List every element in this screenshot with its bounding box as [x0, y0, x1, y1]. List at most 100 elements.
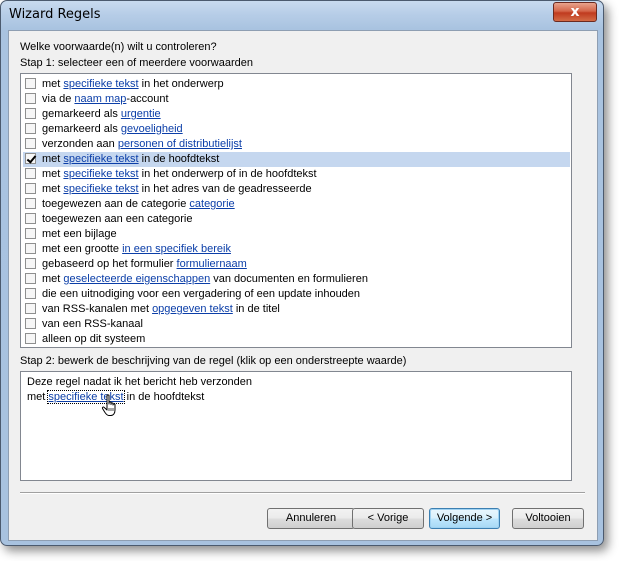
condition-row[interactable]: toegewezen aan een categorie	[25, 212, 569, 227]
condition-link[interactable]: specifieke tekst	[63, 153, 138, 165]
conditions-listbox[interactable]: met specifieke tekst in het onderwerp via…	[20, 73, 572, 348]
wizard-window: Wizard Regels x Welke voorwaarde(n) wilt…	[0, 0, 604, 546]
condition-row[interactable]: met een bijlage	[25, 227, 569, 242]
checkbox[interactable]	[25, 258, 36, 269]
condition-text-suffix: in de titel	[232, 303, 280, 315]
condition-text-prefix: met	[42, 153, 64, 165]
condition-row[interactable]: met geselecteerde eigenschappen van docu…	[25, 272, 569, 287]
title-bar[interactable]: Wizard Regels x	[1, 1, 603, 29]
checkbox[interactable]	[25, 168, 36, 179]
rule-description-box: Deze regel nadat ik het bericht heb verz…	[20, 371, 572, 481]
condition-link[interactable]: in een specifiek bereik	[122, 243, 231, 255]
checkbox[interactable]	[25, 213, 36, 224]
checkbox[interactable]	[25, 198, 36, 209]
condition-link[interactable]: naam map	[74, 93, 126, 105]
question-label: Welke voorwaarde(n) wilt u controleren?	[20, 41, 217, 53]
condition-text-prefix: met een grootte	[42, 243, 123, 255]
condition-row[interactable]: van een RSS-kanaal	[25, 317, 569, 332]
condition-text: met specifieke tekst in het adres van de…	[42, 183, 312, 195]
condition-row[interactable]: met specifieke tekst in het adres van de…	[25, 182, 569, 197]
condition-text: met geselecteerde eigenschappen van docu…	[42, 273, 368, 285]
condition-text-prefix: toegewezen aan de categorie	[42, 198, 190, 210]
condition-text: met een bijlage	[42, 228, 117, 240]
condition-link[interactable]: specifieke tekst	[63, 78, 138, 90]
checkbox[interactable]	[25, 93, 36, 104]
checkbox[interactable]	[25, 288, 36, 299]
condition-text: gemarkeerd als gevoeligheid	[42, 123, 183, 135]
button-separator	[20, 492, 585, 494]
condition-text: gemarkeerd als urgentie	[42, 108, 161, 120]
condition-link[interactable]: specifieke tekst	[63, 168, 138, 180]
checkbox-checked[interactable]	[25, 153, 36, 164]
condition-text-prefix: met een bijlage	[42, 228, 117, 240]
condition-link[interactable]: personen of distributielijst	[118, 138, 242, 150]
condition-text-suffix: in de hoofdtekst	[138, 153, 220, 165]
condition-text-prefix: alleen op dit systeem	[42, 333, 146, 345]
window-title: Wizard Regels	[9, 7, 101, 22]
condition-text: die een uitnodiging voor een vergadering…	[42, 288, 360, 300]
cancel-button[interactable]: Annuleren	[267, 508, 355, 529]
condition-text: van RSS-kanalen met opgegeven tekst in d…	[42, 303, 280, 315]
condition-row[interactable]: van RSS-kanalen met opgegeven tekst in d…	[25, 302, 569, 317]
condition-text: toegewezen aan de categorie categorie	[42, 198, 235, 210]
condition-row[interactable]: via de naam map-account	[25, 92, 569, 107]
back-button[interactable]: < Vorige	[352, 508, 424, 529]
step1-label: Stap 1: selecteer een of meerdere voorwa…	[20, 57, 253, 69]
checkbox[interactable]	[25, 78, 36, 89]
checkbox[interactable]	[25, 333, 36, 344]
checkbox[interactable]	[25, 273, 36, 284]
condition-row[interactable]: gemarkeerd als gevoeligheid	[25, 122, 569, 137]
condition-text-prefix: van RSS-kanalen met	[42, 303, 153, 315]
condition-text-prefix: gebaseerd op het formulier	[42, 258, 177, 270]
condition-text: met een grootte in een specifiek bereik	[42, 243, 231, 255]
checkbox[interactable]	[25, 228, 36, 239]
condition-text-prefix: gemarkeerd als	[42, 123, 121, 135]
condition-text-prefix: via de	[42, 93, 75, 105]
condition-link[interactable]: geselecteerde eigenschappen	[63, 273, 210, 285]
condition-text-suffix: in het adres van de geadresseerde	[138, 183, 312, 195]
condition-row[interactable]: gebaseerd op het formulier formuliernaam	[25, 257, 569, 272]
condition-row[interactable]: met een grootte in een specifiek bereik	[25, 242, 569, 257]
condition-text: met specifieke tekst in de hoofdtekst	[42, 153, 219, 165]
condition-text: van een RSS-kanaal	[42, 318, 143, 330]
condition-row[interactable]: met specifieke tekst in de hoofdtekst	[23, 152, 570, 167]
finish-button[interactable]: Voltooien	[512, 508, 584, 529]
condition-text-prefix: met	[42, 168, 64, 180]
condition-text-prefix: gemarkeerd als	[42, 108, 121, 120]
condition-text-prefix: die een uitnodiging voor een vergadering…	[42, 288, 361, 300]
condition-row[interactable]: toegewezen aan de categorie categorie	[25, 197, 569, 212]
checkbox[interactable]	[25, 138, 36, 149]
condition-row[interactable]: verzonden aan personen of distributielij…	[25, 137, 569, 152]
checkbox[interactable]	[25, 243, 36, 254]
condition-link[interactable]: categorie	[189, 198, 234, 210]
condition-link[interactable]: urgentie	[121, 108, 161, 120]
checkbox[interactable]	[25, 318, 36, 329]
checkbox[interactable]	[25, 123, 36, 134]
condition-row[interactable]: met specifieke tekst in het onderwerp of…	[25, 167, 569, 182]
condition-text: met specifieke tekst in het onderwerp	[42, 78, 224, 90]
condition-text: verzonden aan personen of distributielij…	[42, 138, 242, 150]
condition-text: alleen op dit systeem	[42, 333, 145, 345]
condition-row[interactable]: gemarkeerd als urgentie	[25, 107, 569, 122]
close-button[interactable]: x	[553, 2, 597, 22]
condition-link[interactable]: formuliernaam	[177, 258, 247, 270]
condition-text: toegewezen aan een categorie	[42, 213, 192, 225]
checkbox[interactable]	[25, 183, 36, 194]
condition-text-prefix: met	[42, 183, 64, 195]
condition-link[interactable]: gevoeligheid	[121, 123, 183, 135]
checkbox[interactable]	[25, 108, 36, 119]
checkbox[interactable]	[25, 303, 36, 314]
condition-text: met specifieke tekst in het onderwerp of…	[42, 168, 317, 180]
next-button[interactable]: Volgende >	[429, 508, 500, 529]
condition-link[interactable]: opgegeven tekst	[152, 303, 233, 315]
step2-label: Stap 2: bewerk de beschrijving van de re…	[20, 355, 407, 367]
dialog-client-area: Welke voorwaarde(n) wilt u controleren? …	[8, 30, 598, 541]
condition-text: gebaseerd op het formulier formuliernaam	[42, 258, 247, 270]
condition-text-suffix: in het onderwerp of in de hoofdtekst	[138, 168, 317, 180]
condition-row[interactable]: alleen op dit systeem	[25, 332, 569, 347]
condition-link[interactable]: specifieke tekst	[63, 183, 138, 195]
condition-row[interactable]: die een uitnodiging voor een vergadering…	[25, 287, 569, 302]
condition-row[interactable]: met specifieke tekst in het onderwerp	[25, 77, 569, 92]
condition-text-prefix: toegewezen aan een categorie	[42, 213, 193, 225]
description-line-1: Deze regel nadat ik het bericht heb verz…	[27, 376, 253, 388]
